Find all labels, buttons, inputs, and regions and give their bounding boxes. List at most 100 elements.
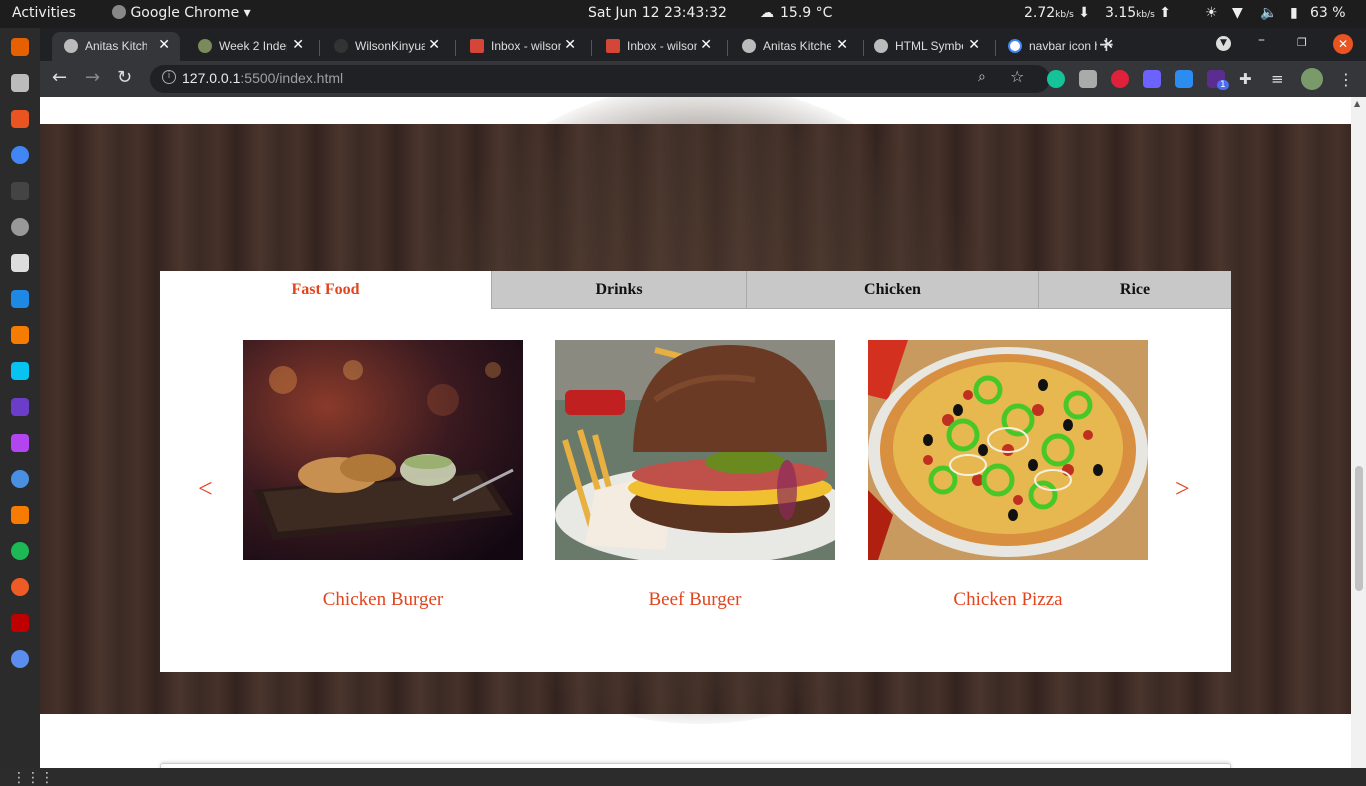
video-icon[interactable] <box>1143 70 1161 88</box>
extension-badge-icon[interactable]: 1 <box>1207 70 1229 90</box>
bookmark-star-icon[interactable]: ☆ <box>1010 67 1024 86</box>
software-icon[interactable] <box>11 110 29 128</box>
close-tab-icon[interactable]: ✕ <box>564 36 576 53</box>
battery-percent[interactable]: 63 % <box>1310 5 1346 21</box>
forward-icon[interactable]: → <box>85 67 100 88</box>
tab-drinks[interactable]: Drinks <box>491 271 746 309</box>
browser-tab[interactable]: Anitas Kitchen ✕ <box>52 32 180 61</box>
page-scrollbar[interactable]: ▲ <box>1351 97 1366 768</box>
postman-icon[interactable] <box>11 578 29 596</box>
close-tab-icon[interactable]: ✕ <box>158 36 170 53</box>
tab-fast-food[interactable]: Fast Food <box>160 271 491 309</box>
browser-tab[interactable]: WilsonKinyua ✕ <box>322 32 450 61</box>
scrollbar-thumb[interactable] <box>1355 466 1363 591</box>
address-bar[interactable]: i 127.0.0.1:5500/index.html ⌕ ☆ <box>150 65 1050 93</box>
intellij-icon[interactable] <box>11 398 29 416</box>
scroll-up-icon[interactable]: ▲ <box>1354 99 1360 108</box>
browser-tab[interactable]: HTML Symbols ✕ <box>862 32 990 61</box>
google-icon <box>1008 39 1022 53</box>
media-icon[interactable]: ≡ <box>1271 70 1289 88</box>
show-apps-icon[interactable]: ⋮⋮⋮ <box>12 770 54 786</box>
browser-toolbar: ← → ↻ i 127.0.0.1:5500/index.html ⌕ ☆ 1 … <box>40 61 1366 97</box>
battery-icon[interactable]: ▮ <box>1290 5 1298 21</box>
new-tab-button[interactable]: + <box>1098 32 1115 56</box>
food-name[interactable]: Chicken Pizza <box>868 589 1148 611</box>
globe-icon <box>874 39 888 53</box>
tab-chicken[interactable]: Chicken <box>746 271 1038 309</box>
tab-rice[interactable]: Rice <box>1038 271 1231 309</box>
close-tab-icon[interactable]: ✕ <box>700 36 712 53</box>
volume-icon[interactable]: 🔈 <box>1260 5 1277 21</box>
browser-tab[interactable]: Inbox - wilson ✕ <box>594 32 722 61</box>
tab-search-icon[interactable]: ▼ <box>1216 36 1231 51</box>
avatar[interactable] <box>1301 68 1323 90</box>
calculator-icon[interactable] <box>11 254 29 272</box>
extension-badge: 1 <box>1217 80 1229 90</box>
files-icon[interactable] <box>11 74 29 92</box>
puzzle-icon[interactable]: ✚ <box>1239 70 1257 88</box>
browser-tab[interactable]: Week 2 Independent ✕ <box>186 32 314 61</box>
activities-button[interactable]: Activities <box>12 5 76 21</box>
close-window-icon[interactable]: ✕ <box>1333 34 1353 54</box>
app-icon[interactable] <box>11 470 29 488</box>
food-image[interactable] <box>868 340 1148 560</box>
back-icon[interactable]: ← <box>52 67 67 88</box>
extension-icon[interactable] <box>1079 70 1097 88</box>
zoom-icon[interactable]: ⌕ <box>978 69 986 85</box>
adblock-icon[interactable] <box>1111 70 1129 88</box>
tab-title: Anitas Kitchen <box>763 39 831 53</box>
terminal-icon[interactable] <box>11 182 29 200</box>
gmail-icon <box>606 39 620 53</box>
kebab-menu-icon[interactable]: ⋮ <box>1338 70 1356 89</box>
webstorm-icon[interactable] <box>11 362 29 380</box>
url-text[interactable]: 127.0.0.1:5500/index.html <box>182 70 343 86</box>
chrome-icon[interactable] <box>11 146 29 164</box>
food-name[interactable]: Beef Burger <box>555 589 835 611</box>
menu-tabs: Fast Food Drinks Chicken Rice <box>160 271 1231 309</box>
weather-icon: ☁ <box>760 5 774 21</box>
fi-icon[interactable] <box>1175 70 1193 88</box>
app-menu[interactable]: Google Chrome ▾ <box>112 5 251 21</box>
close-tab-icon[interactable]: ✕ <box>292 36 304 53</box>
site-icon <box>198 39 212 53</box>
reload-icon[interactable]: ↻ <box>117 67 132 88</box>
grammarly-icon[interactable] <box>1047 70 1065 88</box>
phpstorm-icon[interactable] <box>11 434 29 452</box>
food-image[interactable] <box>555 340 835 560</box>
vscode-icon[interactable] <box>11 290 29 308</box>
filezilla-icon[interactable] <box>11 614 29 632</box>
next-section-card <box>160 763 1231 768</box>
info-icon[interactable]: i <box>162 70 176 84</box>
browser-tab[interactable]: Inbox - wilson ✕ <box>458 32 586 61</box>
weather-temp: 15.9 °C <box>780 5 833 21</box>
menu-panel: Fast Food Drinks Chicken Rice < > Chicke… <box>160 271 1231 672</box>
vlc-icon[interactable] <box>11 506 29 524</box>
menu-section-background: Fast Food Drinks Chicken Rice < > Chicke… <box>40 97 1351 724</box>
brightness-icon[interactable]: ☀ <box>1205 5 1218 21</box>
settings-icon[interactable] <box>11 218 29 236</box>
tab-title: navbar icon h <box>1029 39 1097 53</box>
close-tab-icon[interactable]: ✕ <box>428 36 440 53</box>
app-menu-label: Google Chrome <box>130 5 240 21</box>
wifi-icon[interactable]: ▼ <box>1232 5 1243 21</box>
tab-title: Inbox - wilson <box>491 39 561 53</box>
net-up-value: 3.15kb/s ⬆ <box>1105 5 1172 21</box>
restore-icon[interactable]: ❐ <box>1297 36 1307 49</box>
firefox-icon[interactable] <box>11 38 29 56</box>
carousel-next-button[interactable]: > <box>1175 474 1190 504</box>
close-tab-icon[interactable]: ✕ <box>968 36 980 53</box>
net-down-value: 2.72kb/s ⬇ <box>1024 5 1091 21</box>
spotify-icon[interactable] <box>11 542 29 560</box>
carousel-prev-button[interactable]: < <box>198 474 213 504</box>
close-tab-icon[interactable]: ✕ <box>836 36 848 53</box>
sublime-icon[interactable] <box>11 326 29 344</box>
food-name[interactable]: Chicken Burger <box>243 589 523 611</box>
app2-icon[interactable] <box>11 650 29 668</box>
browser-tab-strip: Anitas Kitchen ✕ Week 2 Independent ✕ Wi… <box>40 28 1366 61</box>
chrome-icon <box>112 5 126 19</box>
browser-tab[interactable]: Anitas Kitchen ✕ <box>730 32 858 61</box>
minimize-icon[interactable]: – <box>1258 32 1265 48</box>
clock[interactable]: Sat Jun 12 23:43:32 <box>588 5 727 21</box>
globe-icon <box>64 39 78 53</box>
food-image[interactable] <box>243 340 523 560</box>
